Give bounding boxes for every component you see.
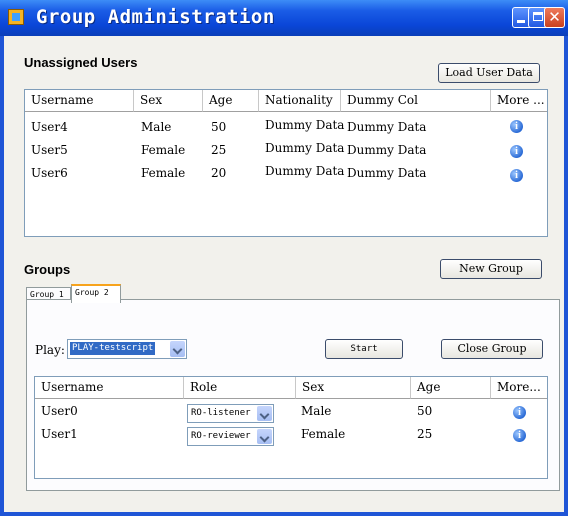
app-icon[interactable] xyxy=(8,9,24,25)
cell-sex: Female xyxy=(141,166,186,180)
title-bar[interactable]: Group Administration ✕ xyxy=(0,0,568,36)
window-title: Group Administration xyxy=(36,6,275,28)
cell-sex: Female xyxy=(141,143,186,157)
column-header-dummy-col[interactable]: Dummy Col xyxy=(341,90,491,112)
info-icon[interactable]: i xyxy=(510,169,523,182)
info-icon[interactable]: i xyxy=(513,429,526,442)
load-user-data-button[interactable]: Load User Data xyxy=(438,63,540,83)
column-header-role[interactable]: Role xyxy=(184,377,296,399)
groups-label: Groups xyxy=(24,262,71,277)
column-header-nationality[interactable]: Nationality xyxy=(259,90,341,112)
cell-age: 25 xyxy=(211,143,227,157)
cell-dummy-col: Dummy Data xyxy=(347,120,427,134)
cell-dummy-col: Dummy Data xyxy=(347,166,427,180)
cell-dummy-col: Dummy Data xyxy=(347,143,427,157)
unassigned-users-label: Unassigned Users xyxy=(24,55,138,70)
role-value: RO-listener xyxy=(191,408,251,418)
play-selected-value: PLAY-testscript xyxy=(70,342,156,355)
column-header-username[interactable]: Username xyxy=(35,377,184,399)
cell-age: 50 xyxy=(211,120,227,134)
close-group-button[interactable]: Close Group xyxy=(441,339,543,359)
column-header-sex[interactable]: Sex xyxy=(134,90,203,112)
cell-sex: Male xyxy=(141,120,172,134)
play-dropdown[interactable]: PLAY-testscript xyxy=(67,339,187,359)
cell-sex: Female xyxy=(301,427,346,441)
column-header-sex[interactable]: Sex xyxy=(296,377,411,399)
play-label: Play: xyxy=(35,343,65,357)
group-tab-panel: Play: PLAY-testscript Start Close Group … xyxy=(26,299,560,491)
start-button[interactable]: Start xyxy=(325,339,403,359)
close-button[interactable]: ✕ xyxy=(544,7,565,28)
unassigned-users-grid[interactable]: Username Sex Age Nationality Dummy Col M… xyxy=(24,89,548,237)
new-group-button[interactable]: New Group xyxy=(440,259,542,279)
role-dropdown[interactable]: RO-reviewer xyxy=(187,427,274,446)
group-members-grid[interactable]: Username Role Sex Age More... User0 RO-l… xyxy=(34,376,548,479)
column-header-age[interactable]: Age xyxy=(411,377,491,399)
column-header-more[interactable]: More ... xyxy=(491,90,547,112)
cell-age: 50 xyxy=(417,404,433,418)
role-value: RO-reviewer xyxy=(191,431,251,441)
chevron-down-icon[interactable] xyxy=(257,406,272,421)
info-icon[interactable]: i xyxy=(510,120,523,133)
cell-username: User6 xyxy=(31,166,68,180)
column-header-username[interactable]: Username xyxy=(25,90,134,112)
cell-age: 25 xyxy=(417,427,433,441)
tab-group-2[interactable]: Group 2 xyxy=(71,284,121,303)
cell-username: User4 xyxy=(31,120,68,134)
info-icon[interactable]: i xyxy=(510,145,523,158)
cell-nationality: Dummy Data xyxy=(265,164,345,178)
cell-age: 20 xyxy=(211,166,227,180)
column-header-more[interactable]: More... xyxy=(491,377,547,399)
cell-nationality: Dummy Data xyxy=(265,118,345,132)
cell-username: User1 xyxy=(41,427,78,441)
cell-nationality: Dummy Data xyxy=(265,141,345,155)
role-dropdown[interactable]: RO-listener xyxy=(187,404,274,423)
cell-username: User0 xyxy=(41,404,78,418)
column-header-age[interactable]: Age xyxy=(203,90,259,112)
chevron-down-icon[interactable] xyxy=(170,341,185,357)
chevron-down-icon[interactable] xyxy=(257,429,272,444)
cell-username: User5 xyxy=(31,143,68,157)
close-icon: ✕ xyxy=(548,8,561,26)
info-icon[interactable]: i xyxy=(513,406,526,419)
main-window: Group Administration ✕ Unassigned Users … xyxy=(0,0,568,516)
cell-sex: Male xyxy=(301,404,332,418)
